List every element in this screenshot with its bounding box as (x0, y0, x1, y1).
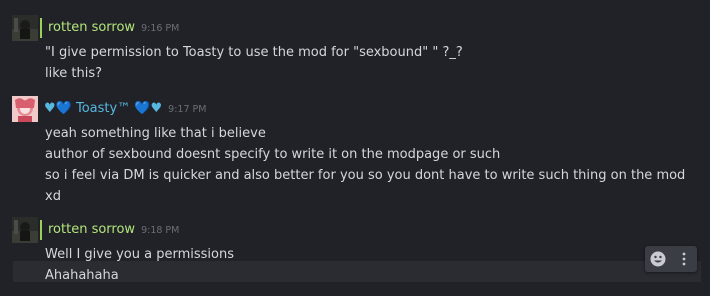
message-hover-actions (645, 246, 697, 272)
more-options-icon[interactable] (673, 248, 695, 270)
avatar[interactable] (12, 217, 38, 243)
author-name[interactable]: rotten sorrow (40, 220, 135, 240)
message-line: "I give permission to Toasty to use the … (45, 45, 463, 60)
message-line: Well I give you a permissions (45, 247, 234, 262)
emoji-reaction-icon[interactable] (647, 248, 669, 270)
author-name[interactable]: rotten sorrow (40, 18, 135, 38)
message-header: rotten sorrow 9:18 PM (40, 220, 179, 240)
message-line: like this? (45, 66, 103, 81)
timestamp: 9:16 PM (141, 23, 180, 34)
message-header: rotten sorrow 9:16 PM (40, 18, 179, 38)
avatar[interactable] (12, 96, 38, 122)
message-body: Well I give you a permissions Ahahahaha (45, 244, 695, 286)
message-line: Ahahahaha (45, 268, 119, 283)
message-line: so i feel via DM is quicker and also bet… (45, 168, 686, 204)
message-line: yeah something like that i believe (45, 126, 266, 141)
avatar[interactable] (12, 15, 38, 41)
author-name[interactable]: ♥💙 Toasty™ 💙♥ (40, 99, 162, 119)
message-header: ♥💙 Toasty™ 💙♥ 9:17 PM (40, 99, 206, 119)
chat-log: rotten sorrow 9:16 PM "I give permission… (0, 0, 710, 296)
timestamp: 9:17 PM (168, 104, 207, 115)
message-body: "I give permission to Toasty to use the … (45, 42, 695, 84)
message-body: yeah something like that i believe autho… (45, 123, 695, 207)
message-line: author of sexbound doesnt specify to wri… (45, 147, 501, 162)
timestamp: 9:18 PM (141, 225, 180, 236)
